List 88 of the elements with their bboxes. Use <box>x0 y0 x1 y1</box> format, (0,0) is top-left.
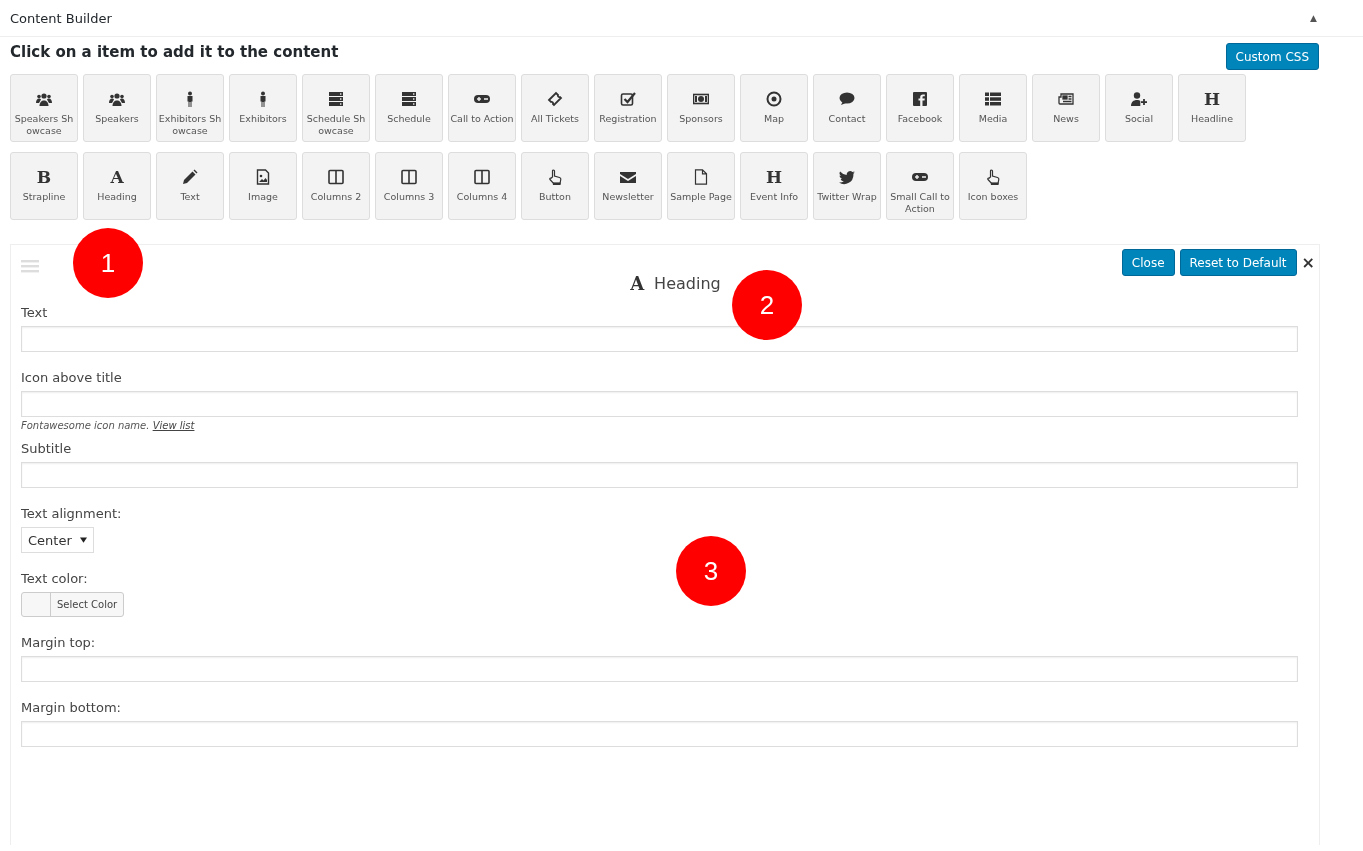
ticket-icon <box>547 91 563 107</box>
letter-icon: H <box>1203 90 1221 108</box>
element-tile[interactable]: H Event Info <box>740 152 808 220</box>
element-tile[interactable]: Speakers Showcase <box>10 74 78 142</box>
element-tile[interactable]: All Tickets <box>521 74 589 142</box>
field-label: Text alignment: <box>21 506 122 521</box>
image-icon <box>255 169 271 185</box>
element-tile[interactable]: Speakers <box>83 74 151 142</box>
input-field[interactable] <box>21 462 1298 488</box>
group-icon <box>36 91 52 107</box>
money-icon <box>693 91 709 107</box>
reset-button[interactable]: Reset to Default <box>1179 249 1297 276</box>
facebook-icon <box>912 91 928 107</box>
element-tile[interactable]: Registration <box>594 74 662 142</box>
element-tile[interactable]: Columns 4 <box>448 152 516 220</box>
letter-icon: H <box>765 168 783 186</box>
field-label: Subtitle <box>21 441 72 456</box>
columns-icon <box>328 169 344 185</box>
columns-icon <box>401 169 417 185</box>
element-tile[interactable]: Columns 2 <box>302 152 370 220</box>
element-tile[interactable]: Sponsors <box>667 74 735 142</box>
callout-number: 1 <box>73 228 143 298</box>
user-plus-icon <box>1131 91 1147 107</box>
callout-number: 3 <box>676 536 746 606</box>
pencil-icon <box>182 169 198 185</box>
element-tile[interactable]: Small Call to Action <box>886 152 954 220</box>
group-icon <box>109 91 125 107</box>
hand-icon <box>547 169 563 185</box>
element-tile[interactable]: News <box>1032 74 1100 142</box>
input-field[interactable] <box>21 721 1298 747</box>
server-icon <box>401 91 417 107</box>
element-tile[interactable]: Newsletter <box>594 152 662 220</box>
help-text: Fontawesome icon name. View list <box>21 420 195 431</box>
element-tile[interactable]: Button <box>521 152 589 220</box>
field-label: Margin bottom: <box>21 700 121 715</box>
letter-icon: A <box>630 273 645 294</box>
element-tile[interactable]: Text <box>156 152 224 220</box>
panel-title: Heading <box>654 274 721 293</box>
element-tile[interactable]: A Heading <box>83 152 151 220</box>
columns-icon <box>474 169 490 185</box>
element-tile[interactable]: Media <box>959 74 1027 142</box>
element-tile[interactable]: Twitter Wrap <box>813 152 881 220</box>
check-icon <box>620 91 636 107</box>
caret-icon <box>79 537 87 543</box>
callout-number: 2 <box>732 270 802 340</box>
letter-icon: A <box>110 168 124 186</box>
comment-icon <box>839 91 855 107</box>
element-tile[interactable]: Exhibitors Showcase <box>156 74 224 142</box>
collapse-toggle[interactable]: ▲ <box>1310 13 1317 23</box>
server-icon <box>328 91 344 107</box>
element-tile[interactable]: H Headline <box>1178 74 1246 142</box>
target-icon <box>766 91 782 107</box>
input-field[interactable] <box>21 326 1298 352</box>
section-title: Content Builder <box>10 10 112 26</box>
custom-css-button[interactable]: Custom CSS <box>1225 43 1319 70</box>
element-tile[interactable]: Social <box>1105 74 1173 142</box>
alignment-dropdown[interactable]: Center <box>21 527 94 553</box>
drag-handle-icon[interactable] <box>21 259 39 273</box>
hand-icon <box>985 169 1001 185</box>
field-label: Icon above title <box>21 370 122 385</box>
close-icon[interactable]: × <box>1301 253 1315 272</box>
letter-icon: B <box>36 168 52 186</box>
instructions: Click on a item to add it to the content <box>10 43 339 61</box>
element-tile[interactable]: Icon boxes <box>959 152 1027 220</box>
element-tile[interactable]: Facebook <box>886 74 954 142</box>
element-tile[interactable]: Call to Action <box>448 74 516 142</box>
element-tile[interactable]: B Strapline <box>10 152 78 220</box>
input-field[interactable] <box>21 391 1298 417</box>
field-label: Text <box>21 305 48 320</box>
element-tile[interactable]: Columns 3 <box>375 152 443 220</box>
list-icon <box>985 91 1001 107</box>
element-tile[interactable]: Schedule Showcase <box>302 74 370 142</box>
element-tile[interactable]: Exhibitors <box>229 74 297 142</box>
color-picker-button[interactable]: Select Color <box>21 592 125 617</box>
field-label: Text color: <box>21 571 88 586</box>
file-icon <box>693 169 709 185</box>
twitter-icon <box>839 169 855 185</box>
element-tile[interactable]: Image <box>229 152 297 220</box>
field-label: Margin top: <box>21 635 96 650</box>
element-tile[interactable]: Map <box>740 74 808 142</box>
element-tile[interactable]: Contact <box>813 74 881 142</box>
newspaper-icon <box>1058 91 1074 107</box>
envelope-icon <box>620 169 636 185</box>
view-list-link[interactable]: View list <box>152 420 195 431</box>
close-button[interactable]: Close <box>1121 249 1175 276</box>
input-field[interactable] <box>21 656 1298 682</box>
element-tile[interactable]: Schedule <box>375 74 443 142</box>
element-tile[interactable]: Sample Page <box>667 152 735 220</box>
